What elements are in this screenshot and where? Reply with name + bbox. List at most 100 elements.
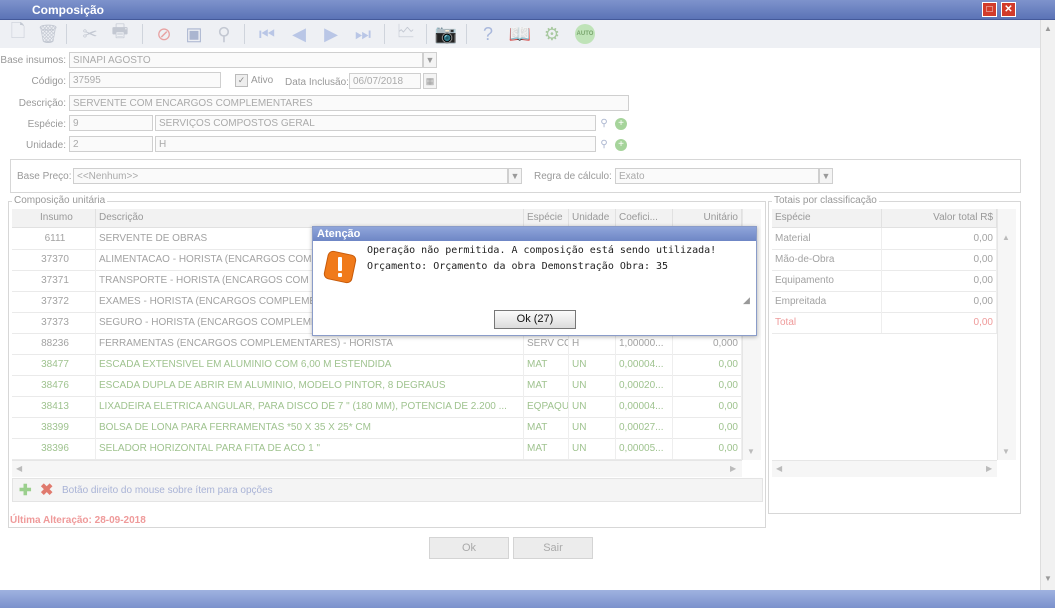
cell-unidade: UN bbox=[569, 438, 616, 459]
descricao-input[interactable]: SERVENTE COM ENCARGOS COMPLEMENTARES bbox=[69, 95, 629, 111]
col-especie[interactable]: Espécie bbox=[524, 209, 569, 227]
report-icon[interactable]: 🗠 bbox=[394, 21, 418, 46]
camera-icon[interactable]: 📷 bbox=[434, 22, 458, 46]
first-icon[interactable]: ⏮ bbox=[255, 22, 279, 46]
scroll-down-icon[interactable]: ▼ bbox=[1044, 574, 1052, 583]
cell-insumo: 37370 bbox=[12, 249, 96, 270]
cancel-icon[interactable]: ⊘ bbox=[152, 22, 176, 46]
chevron-down-icon[interactable]: ▼ bbox=[423, 52, 437, 68]
dialog-ok-button[interactable]: Ok (27) bbox=[494, 310, 576, 329]
magnifier-icon[interactable]: ⚲ bbox=[598, 139, 610, 151]
scroll-up-icon[interactable]: ▲ bbox=[1002, 233, 1010, 242]
unidade-code-input[interactable]: 2 bbox=[69, 136, 153, 152]
cell-totais-valor: 0,00 bbox=[882, 312, 997, 333]
base-preco-label: Base Preço: bbox=[17, 171, 72, 182]
cell-especie: MAT bbox=[524, 375, 569, 396]
table-row[interactable]: 38399 BOLSA DE LONA PARA FERRAMENTAS *50 … bbox=[12, 417, 742, 439]
calendar-icon[interactable]: ▦ bbox=[423, 73, 437, 89]
col-coeficiente[interactable]: Coefici... bbox=[616, 209, 673, 227]
scroll-left-icon[interactable]: ◀ bbox=[16, 464, 22, 473]
next-icon[interactable]: ▶ bbox=[319, 22, 343, 46]
totais-row[interactable]: Total 0,00 bbox=[772, 312, 997, 334]
save-icon[interactable]: ▣ bbox=[182, 22, 206, 46]
tools-icon[interactable]: ⚙ bbox=[540, 22, 564, 46]
scroll-down-icon[interactable]: ▼ bbox=[747, 447, 755, 456]
totais-row[interactable]: Equipamento 0,00 bbox=[772, 270, 997, 292]
totais-row[interactable]: Mão-de-Obra 0,00 bbox=[772, 249, 997, 271]
composicao-actions: ✚ ✖ Botão direito do mouse sobre ítem pa… bbox=[12, 478, 763, 502]
data-inclusao-input[interactable]: 06/07/2018 bbox=[349, 73, 421, 89]
remove-icon[interactable]: ✖ bbox=[40, 480, 53, 500]
col-totais-especie[interactable]: Espécie bbox=[772, 209, 882, 227]
especie-name-input: SERVIÇOS COMPOSTOS GERAL bbox=[155, 115, 596, 131]
cell-unitario: 0,00 bbox=[673, 396, 742, 417]
cell-totais-valor: 0,00 bbox=[882, 249, 997, 270]
cell-unidade: UN bbox=[569, 396, 616, 417]
cell-especie: MAT bbox=[524, 417, 569, 438]
col-unitario[interactable]: Unitário bbox=[673, 209, 742, 227]
totais-row[interactable]: Empreitada 0,00 bbox=[772, 291, 997, 313]
totais-rows: Material 0,00 Mão-de-Obra 0,00 Equipamento 0,… bbox=[772, 228, 997, 460]
cell-insumo: 38396 bbox=[12, 438, 96, 459]
prev-icon[interactable]: ◀ bbox=[287, 22, 311, 46]
totais-legend: Totais por classificação bbox=[772, 195, 879, 206]
cut-icon[interactable]: ✂ bbox=[78, 22, 102, 46]
scroll-up-icon[interactable]: ▲ bbox=[1044, 24, 1052, 33]
magnifier-icon[interactable]: ⚲ bbox=[598, 118, 610, 130]
book-icon[interactable]: 📖 bbox=[508, 22, 532, 46]
help-icon[interactable]: ? bbox=[476, 22, 500, 46]
ativo-checkbox[interactable]: ✓ bbox=[235, 74, 248, 87]
cell-unitario: 0,00 bbox=[673, 417, 742, 438]
unidade-name-input: H bbox=[155, 136, 596, 152]
scroll-down-icon[interactable]: ▼ bbox=[1002, 447, 1010, 456]
sair-button[interactable]: Sair bbox=[513, 537, 593, 559]
table-row[interactable]: 38413 LIXADEIRA ELETRICA ANGULAR, PARA DI… bbox=[12, 396, 742, 418]
cell-especie: SERV CO bbox=[524, 333, 569, 354]
totais-hscroll[interactable]: ◀ ▶ bbox=[772, 460, 997, 477]
resize-grip-icon[interactable]: ◢ bbox=[743, 295, 750, 306]
composicao-hscroll[interactable]: ◀ ▶ bbox=[12, 460, 742, 477]
cell-insumo: 38477 bbox=[12, 354, 96, 375]
codigo-input[interactable]: 37595 bbox=[69, 72, 221, 88]
chevron-down-icon[interactable]: ▼ bbox=[819, 168, 833, 184]
close-button[interactable]: ✕ bbox=[1001, 2, 1016, 17]
print-icon[interactable]: 🖶 bbox=[108, 21, 132, 46]
auto-label: AUTO bbox=[575, 24, 595, 44]
add-icon[interactable]: + bbox=[615, 118, 627, 130]
auto-icon[interactable]: AUTO bbox=[573, 22, 597, 46]
regra-select[interactable]: Exato bbox=[615, 168, 819, 184]
totais-vscroll[interactable]: ▲ ▼ bbox=[997, 209, 1016, 460]
chevron-down-icon[interactable]: ▼ bbox=[508, 168, 522, 184]
scroll-left-icon[interactable]: ◀ bbox=[776, 464, 782, 473]
delete-icon[interactable]: 🗑 bbox=[36, 22, 60, 46]
maximize-button[interactable]: □ bbox=[982, 2, 997, 17]
add-icon[interactable]: + bbox=[615, 139, 627, 151]
new-icon[interactable]: 🗋 bbox=[6, 21, 30, 46]
window-titlebar: Composição □ ✕ bbox=[0, 0, 1055, 20]
col-descricao[interactable]: Descrição bbox=[96, 209, 524, 227]
cell-insumo: 37371 bbox=[12, 270, 96, 291]
col-unidade[interactable]: Unidade bbox=[569, 209, 616, 227]
last-icon[interactable]: ⏭ bbox=[351, 22, 375, 46]
window-vscroll[interactable]: ▲ ▼ bbox=[1040, 20, 1055, 590]
cell-especie: MAT bbox=[524, 354, 569, 375]
scroll-right-icon[interactable]: ▶ bbox=[986, 464, 992, 473]
cell-totais-especie: Mão-de-Obra bbox=[772, 249, 882, 270]
especie-code-input[interactable]: 9 bbox=[69, 115, 153, 131]
table-row[interactable]: 38477 ESCADA EXTENSIVEL EM ALUMINIO COM 6… bbox=[12, 354, 742, 376]
scroll-right-icon[interactable]: ▶ bbox=[730, 464, 736, 473]
col-totais-valor[interactable]: Valor total R$ bbox=[882, 209, 997, 227]
search-icon[interactable]: ⚲ bbox=[212, 22, 236, 46]
table-row[interactable]: 38476 ESCADA DUPLA DE ABRIR EM ALUMINIO, … bbox=[12, 375, 742, 397]
table-row[interactable]: 38396 SELADOR HORIZONTAL PARA FITA DE ACO… bbox=[12, 438, 742, 460]
base-insumos-select[interactable]: SINAPI AGOSTO bbox=[69, 52, 423, 68]
col-insumo[interactable]: Insumo bbox=[12, 209, 96, 227]
table-row[interactable]: 88236 FERRAMENTAS (ENCARGOS COMPLEMENTARE… bbox=[12, 333, 742, 355]
cell-totais-especie: Total bbox=[772, 312, 882, 333]
toolbar-divider bbox=[426, 24, 427, 44]
cell-unitario: 0,00 bbox=[673, 354, 742, 375]
add-icon[interactable]: ✚ bbox=[19, 481, 32, 499]
ok-button[interactable]: Ok bbox=[429, 537, 509, 559]
base-preco-select[interactable]: <<Nenhum>> bbox=[73, 168, 508, 184]
totais-row[interactable]: Material 0,00 bbox=[772, 228, 997, 250]
